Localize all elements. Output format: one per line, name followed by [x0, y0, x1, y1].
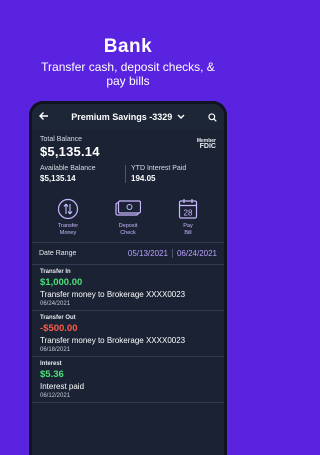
transaction-date: 06/18/2021: [40, 347, 71, 353]
fdic-logo: Member FDIC: [197, 139, 216, 151]
deposit-label-1: Deposit: [118, 223, 138, 229]
app-bar: Premium Savings -3329: [32, 104, 224, 130]
arrow-left-icon[interactable]: [39, 111, 53, 124]
available-balance-value: $5,135.14: [40, 174, 76, 183]
pay-label-1: Pay: [183, 223, 193, 229]
transaction-description: Transfer money to Brokerage XXXX0023: [40, 336, 186, 345]
promo-header: Bank Transfer cash, deposit checks, & pa…: [0, 0, 256, 88]
total-balance-value: $5,135.14: [40, 144, 100, 159]
ytd-interest-label: YTD Interest Paid: [131, 165, 187, 172]
transaction-type: Interest: [40, 361, 62, 367]
balance-section: Total Balance $5,135.14 Member FDIC Avai…: [32, 130, 224, 183]
transaction-item[interactable]: Interest $5.36 Interest paid 06/12/2021: [32, 357, 224, 403]
fdic-text: FDIC: [199, 143, 216, 150]
promo-subtitle: Transfer cash, deposit checks, & pay bil…: [41, 60, 215, 88]
transaction-amount: $5.36: [40, 369, 64, 380]
transfer-money-button[interactable]: Transfer Money: [44, 197, 92, 236]
deposit-check-button[interactable]: Deposit Check: [104, 197, 152, 236]
transfer-icon: [57, 197, 79, 221]
transaction-description: Transfer money to Brokerage XXXX0023: [40, 290, 186, 299]
account-selector[interactable]: Premium Savings -3329: [53, 112, 203, 122]
account-title: Premium Savings -3329: [71, 112, 173, 122]
ytd-interest: YTD Interest Paid 194.05: [125, 165, 216, 183]
available-balance: Available Balance $5,135.14: [40, 165, 125, 183]
transaction-date: 06/24/2021: [40, 301, 71, 307]
pay-bill-button[interactable]: 28 Pay Bill: [164, 197, 212, 236]
phone-screen: Premium Savings -3329 Total Balance $5,1…: [29, 101, 227, 455]
transaction-type: Transfer Out: [40, 315, 76, 321]
available-balance-label: Available Balance: [40, 165, 96, 172]
promo-title: Bank: [103, 36, 153, 57]
transaction-item[interactable]: Transfer In $1,000.00 Transfer money to …: [32, 265, 224, 311]
date-range-filter: Date Range 05/13/2021 06/24/2021: [32, 243, 224, 265]
quick-actions: Transfer Money Deposit Check 28 Pay Bill: [32, 183, 224, 243]
ytd-interest-value: 194.05: [131, 174, 156, 183]
transaction-item[interactable]: Transfer Out -$500.00 Transfer money to …: [32, 311, 224, 357]
search-icon[interactable]: [203, 112, 217, 122]
check-icon: [115, 197, 141, 221]
transaction-date: 06/12/2021: [40, 393, 71, 399]
transaction-type: Transfer In: [40, 269, 71, 275]
transfer-label-2: Money: [59, 229, 77, 236]
calendar-icon: 28: [178, 197, 198, 221]
date-range-start[interactable]: 05/13/2021: [128, 249, 168, 258]
transaction-description: Interest paid: [40, 382, 85, 391]
transaction-amount: $1,000.00: [40, 277, 83, 288]
date-range-label: Date Range: [39, 250, 77, 257]
total-balance-label: Total Balance: [40, 136, 83, 143]
chevron-down-icon: [177, 113, 185, 122]
svg-text:28: 28: [184, 209, 193, 218]
date-range-end[interactable]: 06/24/2021: [171, 249, 217, 258]
deposit-label-2: Check: [120, 229, 136, 236]
transaction-amount: -$500.00: [40, 323, 78, 334]
pay-label-2: Bill: [184, 229, 192, 236]
transfer-label-1: Transfer: [57, 223, 79, 229]
